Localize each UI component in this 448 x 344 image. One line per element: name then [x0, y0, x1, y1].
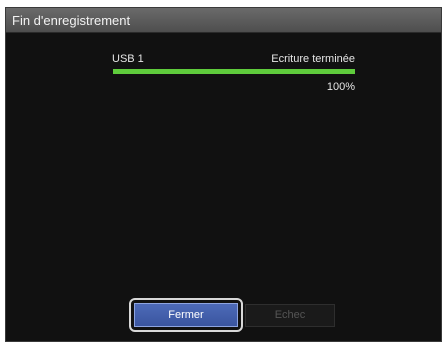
progress-percent: 100% [326, 81, 355, 93]
dialog-titlebar: Fin d'enregistrement [6, 8, 441, 33]
close-button[interactable]: Fermer [134, 303, 238, 327]
device-name: USB 1 [112, 53, 144, 65]
progress-bar [113, 69, 355, 74]
write-status: Ecriture terminée [271, 53, 355, 65]
failure-button: Echec [245, 304, 335, 327]
close-button-focus-ring: Fermer [129, 298, 243, 332]
progress-bar-fill [113, 69, 355, 74]
recording-finished-dialog: Fin d'enregistrement USB 1 Ecriture term… [5, 7, 442, 342]
dialog-title: Fin d'enregistrement [12, 13, 131, 28]
